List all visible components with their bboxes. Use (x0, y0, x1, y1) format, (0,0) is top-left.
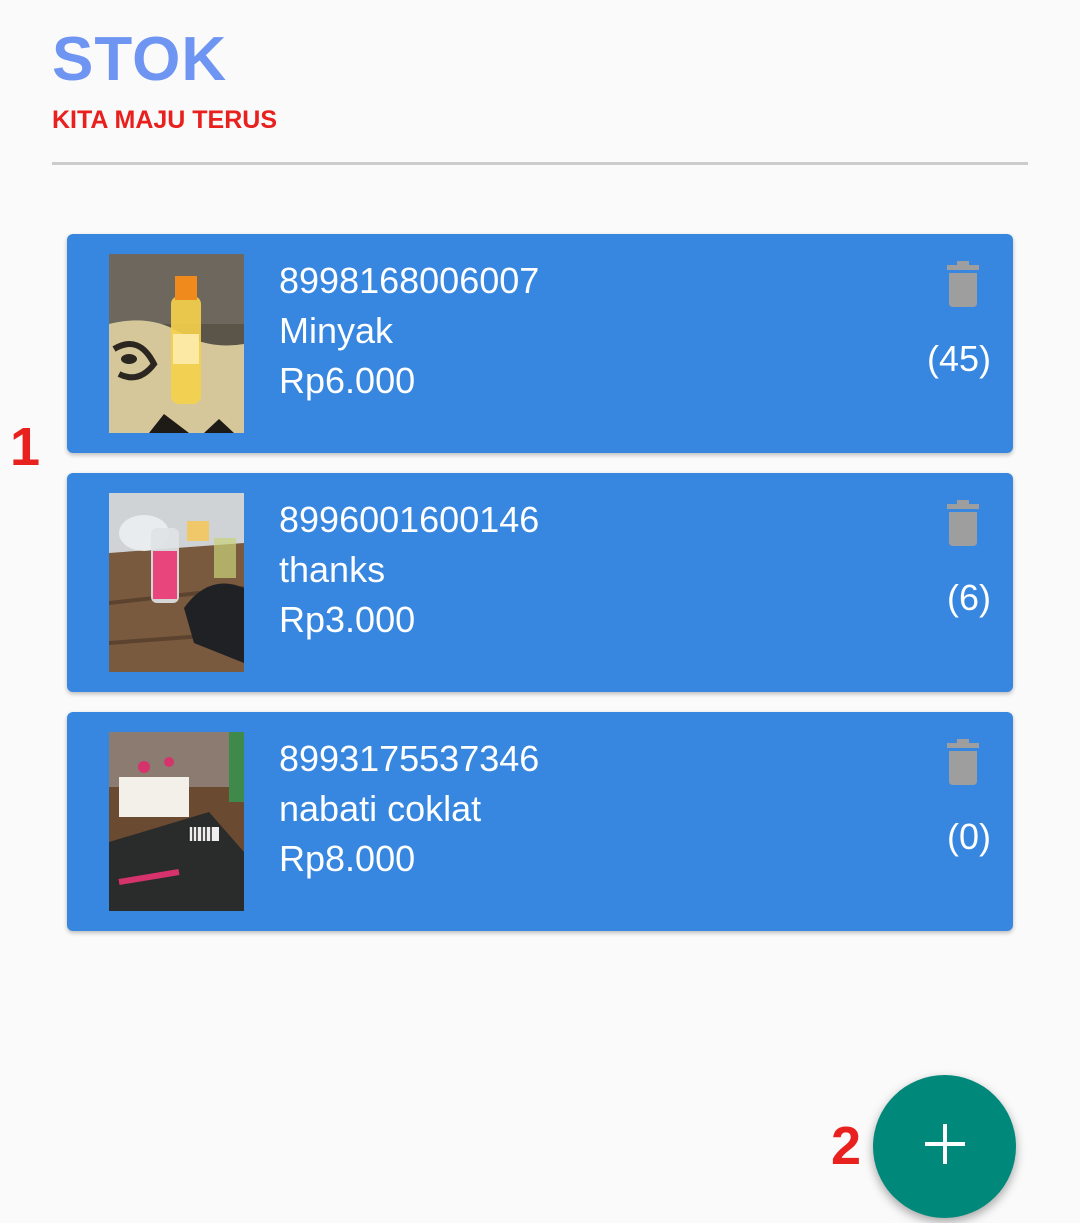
product-quantity: (6) (947, 577, 991, 618)
product-photo (109, 493, 244, 672)
product-price: Rp8.000 (279, 838, 416, 879)
product-photo (109, 254, 244, 433)
product-quantity: (0) (947, 816, 991, 857)
product-card[interactable]: 8998168006007 Minyak Rp6.000 (45) (67, 234, 1013, 453)
trash-icon[interactable] (945, 500, 981, 546)
product-name: thanks (279, 549, 386, 590)
product-quantity: (45) (926, 338, 991, 379)
app-title: STOK (52, 25, 228, 94)
product-list: 8998168006007 Minyak Rp6.000 (45) 899600… (67, 234, 1013, 951)
trash-icon[interactable] (945, 261, 981, 307)
product-name: nabati coklat (279, 788, 482, 829)
product-barcode: 8998168006007 (279, 260, 540, 301)
header-divider (52, 162, 1028, 165)
product-barcode: 8993175537346 (279, 738, 540, 779)
product-barcode: 8996001600146 (279, 499, 540, 540)
product-photo (109, 732, 244, 911)
plus-icon (924, 1124, 965, 1169)
product-price: Rp6.000 (279, 360, 416, 401)
trash-icon[interactable] (945, 739, 981, 785)
product-name: Minyak (279, 310, 394, 351)
product-card[interactable]: 8996001600146 thanks Rp3.000 (6) (67, 473, 1013, 692)
annotation-marker-2: 2 (831, 1116, 862, 1176)
add-product-button[interactable] (873, 1075, 1016, 1218)
annotation-marker-1: 1 (10, 417, 41, 477)
product-price: Rp3.000 (279, 599, 416, 640)
app-subtitle: KITA MAJU TERUS (52, 106, 277, 134)
product-card[interactable]: 8993175537346 nabati coklat Rp8.000 (0) (67, 712, 1013, 931)
